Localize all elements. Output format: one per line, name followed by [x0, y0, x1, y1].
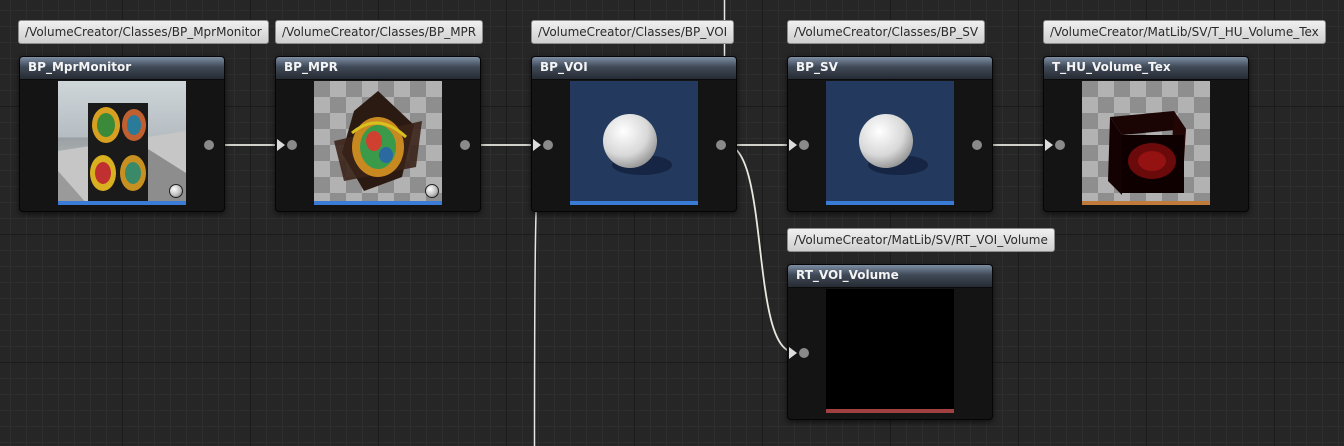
volume-texture-thumbnail	[1082, 81, 1210, 205]
node-path-label: /VolumeCreator/MatLib/SV/RT_VOI_Volume	[787, 228, 1055, 252]
thumbnail-type-bar	[58, 201, 186, 205]
mpr-planes-thumbnail	[314, 81, 442, 205]
thumbnail-type-bar	[570, 201, 698, 205]
sphere-thumbnail	[570, 81, 698, 205]
input-arrow-icon	[789, 347, 797, 359]
node-t-hu-volume-tex[interactable]: T_HU_Volume_Tex	[1043, 56, 1249, 212]
input-arrow-icon	[277, 139, 285, 151]
node-bp-mpr[interactable]: BP_MPR	[275, 56, 481, 212]
thumbnail-type-bar	[826, 201, 954, 205]
node-rt-voi-volume[interactable]: RT_VOI_Volume	[787, 264, 993, 420]
node-title: BP_MprMonitor	[20, 57, 224, 80]
sphere-thumbnail	[826, 81, 954, 205]
input-pin[interactable]	[789, 139, 810, 151]
thumbnail-type-bar	[314, 201, 442, 205]
render-target-thumbnail	[826, 289, 954, 413]
node-title: BP_MPR	[276, 57, 480, 80]
node-title: BP_VOI	[532, 57, 736, 80]
input-arrow-icon	[533, 139, 541, 151]
input-pin[interactable]	[789, 347, 810, 359]
node-title: BP_SV	[788, 57, 992, 80]
input-arrow-icon	[1045, 139, 1053, 151]
input-arrow-icon	[789, 139, 797, 151]
node-path-label: /VolumeCreator/MatLib/SV/T_HU_Volume_Tex	[1043, 20, 1326, 44]
sphere-badge-icon	[425, 184, 439, 198]
node-bp-mprmonitor[interactable]: BP_MprMonitor	[19, 56, 225, 212]
input-pin[interactable]	[1045, 139, 1066, 151]
mpr-monitor-thumbnail	[58, 81, 186, 205]
output-pin[interactable]	[715, 139, 727, 151]
node-path-label: /VolumeCreator/Classes/BP_VOI	[531, 20, 735, 44]
input-pin[interactable]	[533, 139, 554, 151]
node-bp-sv[interactable]: BP_SV	[787, 56, 993, 212]
thumbnail-type-bar	[826, 409, 954, 413]
node-bp-voi[interactable]: BP_VOI	[531, 56, 737, 212]
sphere-badge-icon	[169, 184, 183, 198]
node-title: T_HU_Volume_Tex	[1044, 57, 1248, 80]
output-pin[interactable]	[459, 139, 471, 151]
output-pin[interactable]	[971, 139, 983, 151]
node-path-label: /VolumeCreator/Classes/BP_SV	[787, 20, 986, 44]
input-pin[interactable]	[277, 139, 298, 151]
node-path-label: /VolumeCreator/Classes/BP_MPR	[275, 20, 484, 44]
node-title: RT_VOI_Volume	[788, 265, 992, 288]
node-path-label: /VolumeCreator/Classes/BP_MprMonitor	[18, 20, 269, 44]
output-pin[interactable]	[203, 139, 215, 151]
thumbnail-type-bar	[1082, 201, 1210, 205]
